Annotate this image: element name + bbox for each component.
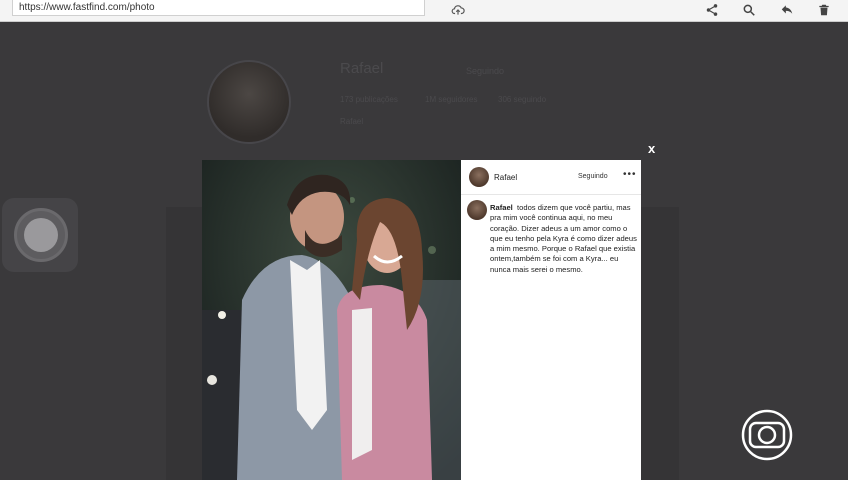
profile-name: Rafael — [340, 60, 384, 77]
cloud-upload-icon[interactable] — [449, 2, 467, 18]
caption-text: todos dizem que você partiu, mas pra mim… — [490, 203, 637, 274]
profile-bio: Rafael — [340, 117, 364, 126]
browser-toolbar: https://www.fastfind.com/photo — [0, 0, 848, 22]
post-header: Rafael Seguindo ••• — [461, 160, 641, 195]
close-modal-button[interactable]: x — [648, 141, 655, 156]
assistive-touch-ring — [14, 208, 68, 262]
back-icon[interactable] — [778, 2, 796, 18]
search-icon[interactable] — [740, 2, 758, 18]
share-icon[interactable] — [703, 2, 721, 18]
post-photo — [202, 160, 461, 480]
profile-stat-followers: 1M seguidores — [425, 95, 478, 104]
profile-avatar — [207, 60, 291, 144]
assistive-touch-dot — [24, 218, 58, 252]
author-avatar[interactable] — [469, 167, 489, 187]
assistive-touch-button[interactable] — [2, 198, 78, 272]
tv-network-logo-icon — [741, 409, 793, 461]
couple-photo-illustration — [202, 160, 461, 480]
profile-stat-following: 306 seguindo — [498, 95, 547, 104]
profile-stat-posts: 173 publicações — [340, 95, 398, 104]
post-caption: Rafael todos dizem que você partiu, mas … — [490, 203, 641, 275]
author-username[interactable]: Rafael — [494, 173, 517, 182]
post-side-panel: Rafael Seguindo ••• Rafael todos dizem q… — [461, 160, 641, 480]
caption-author-avatar[interactable] — [467, 200, 487, 220]
grid-photo[interactable] — [641, 207, 679, 480]
following-button[interactable]: Seguindo — [578, 173, 608, 180]
caption-author-name[interactable]: Rafael — [490, 203, 513, 212]
trash-icon[interactable] — [815, 2, 833, 18]
more-options-icon[interactable]: ••• — [623, 169, 637, 180]
grid-photo[interactable] — [166, 207, 202, 480]
url-bar[interactable]: https://www.fastfind.com/photo — [12, 0, 425, 16]
profile-follow-button[interactable]: Seguindo — [466, 66, 504, 76]
